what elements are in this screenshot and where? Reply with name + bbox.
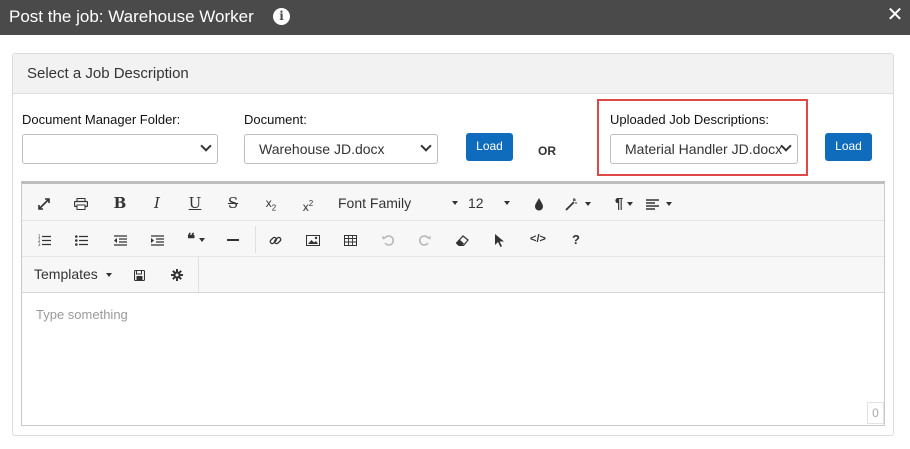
save-icon[interactable] <box>127 257 151 292</box>
editor-placeholder: Type something <box>36 307 128 322</box>
rich-text-editor: B I U S x2 x2 Font Family 12 ¶ 1 2 3 ❝ <… <box>21 181 885 426</box>
modal-titlebar: Post the job: Warehouse Worker i ✕ <box>0 0 910 35</box>
outdent-icon[interactable] <box>108 222 132 257</box>
align-icon[interactable] <box>642 186 676 221</box>
document-select-value: Warehouse JD.docx <box>259 141 385 157</box>
settings-gear-icon[interactable] <box>165 257 189 292</box>
toolbar-separator <box>255 226 256 253</box>
horizontal-rule-icon[interactable] <box>221 222 245 257</box>
eraser-icon[interactable] <box>451 222 475 257</box>
cursor-icon[interactable] <box>488 222 512 257</box>
toolbar-row-2: 123 ❝ </> ? <box>22 222 884 257</box>
blockquote-symbol: ❝ <box>186 230 196 248</box>
character-counter: 0 <box>867 402 884 424</box>
templates-label: Templates <box>34 266 98 282</box>
paragraph-icon[interactable]: ¶ <box>608 186 640 221</box>
templates-dropdown[interactable]: Templates <box>34 257 118 292</box>
document-label: Document: <box>244 112 307 127</box>
or-separator: OR <box>538 144 556 158</box>
magic-wand-icon[interactable] <box>562 186 594 221</box>
panel-title: Select a Job Description <box>27 65 189 82</box>
document-select[interactable]: Warehouse JD.docx <box>244 134 438 164</box>
link-icon[interactable] <box>263 222 287 257</box>
subscript-icon[interactable]: x2 <box>259 186 283 221</box>
bullet-list-icon[interactable] <box>69 222 93 257</box>
underline-icon[interactable]: U <box>183 186 207 221</box>
info-icon[interactable]: i <box>273 8 290 25</box>
uploaded-select-value: Material Handler JD.docx <box>625 141 783 157</box>
superscript-icon[interactable]: x2 <box>296 186 320 221</box>
font-size-label: 12 <box>468 195 484 211</box>
text-color-icon[interactable] <box>527 186 551 221</box>
help-icon[interactable]: ? <box>564 222 588 257</box>
strikethrough-icon[interactable]: S <box>221 186 245 221</box>
folder-select[interactable] <box>22 134 218 164</box>
indent-icon[interactable] <box>145 222 169 257</box>
fullscreen-icon[interactable] <box>32 186 56 221</box>
paragraph-symbol: ¶ <box>614 195 624 212</box>
ordered-list-icon[interactable]: 123 <box>32 222 56 257</box>
font-family-label: Font Family <box>338 195 412 211</box>
toolbar-row-1: B I U S x2 x2 Font Family 12 ¶ <box>22 186 884 221</box>
bold-icon[interactable]: B <box>108 186 132 221</box>
uploaded-label: Uploaded Job Descriptions: <box>610 112 769 127</box>
editor-content-area[interactable]: Type something 0 <box>22 293 884 426</box>
modal-title: Post the job: Warehouse Worker <box>9 7 254 26</box>
load-document-button[interactable]: Load <box>466 133 513 161</box>
editor-toolbar: B I U S x2 x2 Font Family 12 ¶ 1 2 3 ❝ <… <box>22 184 884 293</box>
redo-icon[interactable] <box>413 222 437 257</box>
print-icon[interactable] <box>69 186 93 221</box>
svg-text:3: 3 <box>38 242 41 246</box>
blockquote-icon[interactable]: ❝ <box>179 222 213 257</box>
panel-header: Select a Job Description <box>13 54 893 94</box>
table-icon[interactable] <box>338 222 362 257</box>
toolbar-row-3: Templates <box>22 257 199 292</box>
close-icon[interactable]: ✕ <box>886 5 904 25</box>
load-uploaded-button[interactable]: Load <box>825 133 872 161</box>
chevron-down-icon <box>420 140 432 152</box>
folder-label: Document Manager Folder: <box>22 112 181 127</box>
code-view-icon[interactable]: </> <box>526 222 550 257</box>
undo-icon[interactable] <box>376 222 400 257</box>
uploaded-select[interactable]: Material Handler JD.docx <box>610 134 798 164</box>
italic-icon[interactable]: I <box>145 186 169 221</box>
font-size-caret-icon <box>498 186 512 221</box>
font-family-caret-icon <box>446 186 460 221</box>
image-icon[interactable] <box>301 222 325 257</box>
chevron-down-icon <box>200 140 212 152</box>
